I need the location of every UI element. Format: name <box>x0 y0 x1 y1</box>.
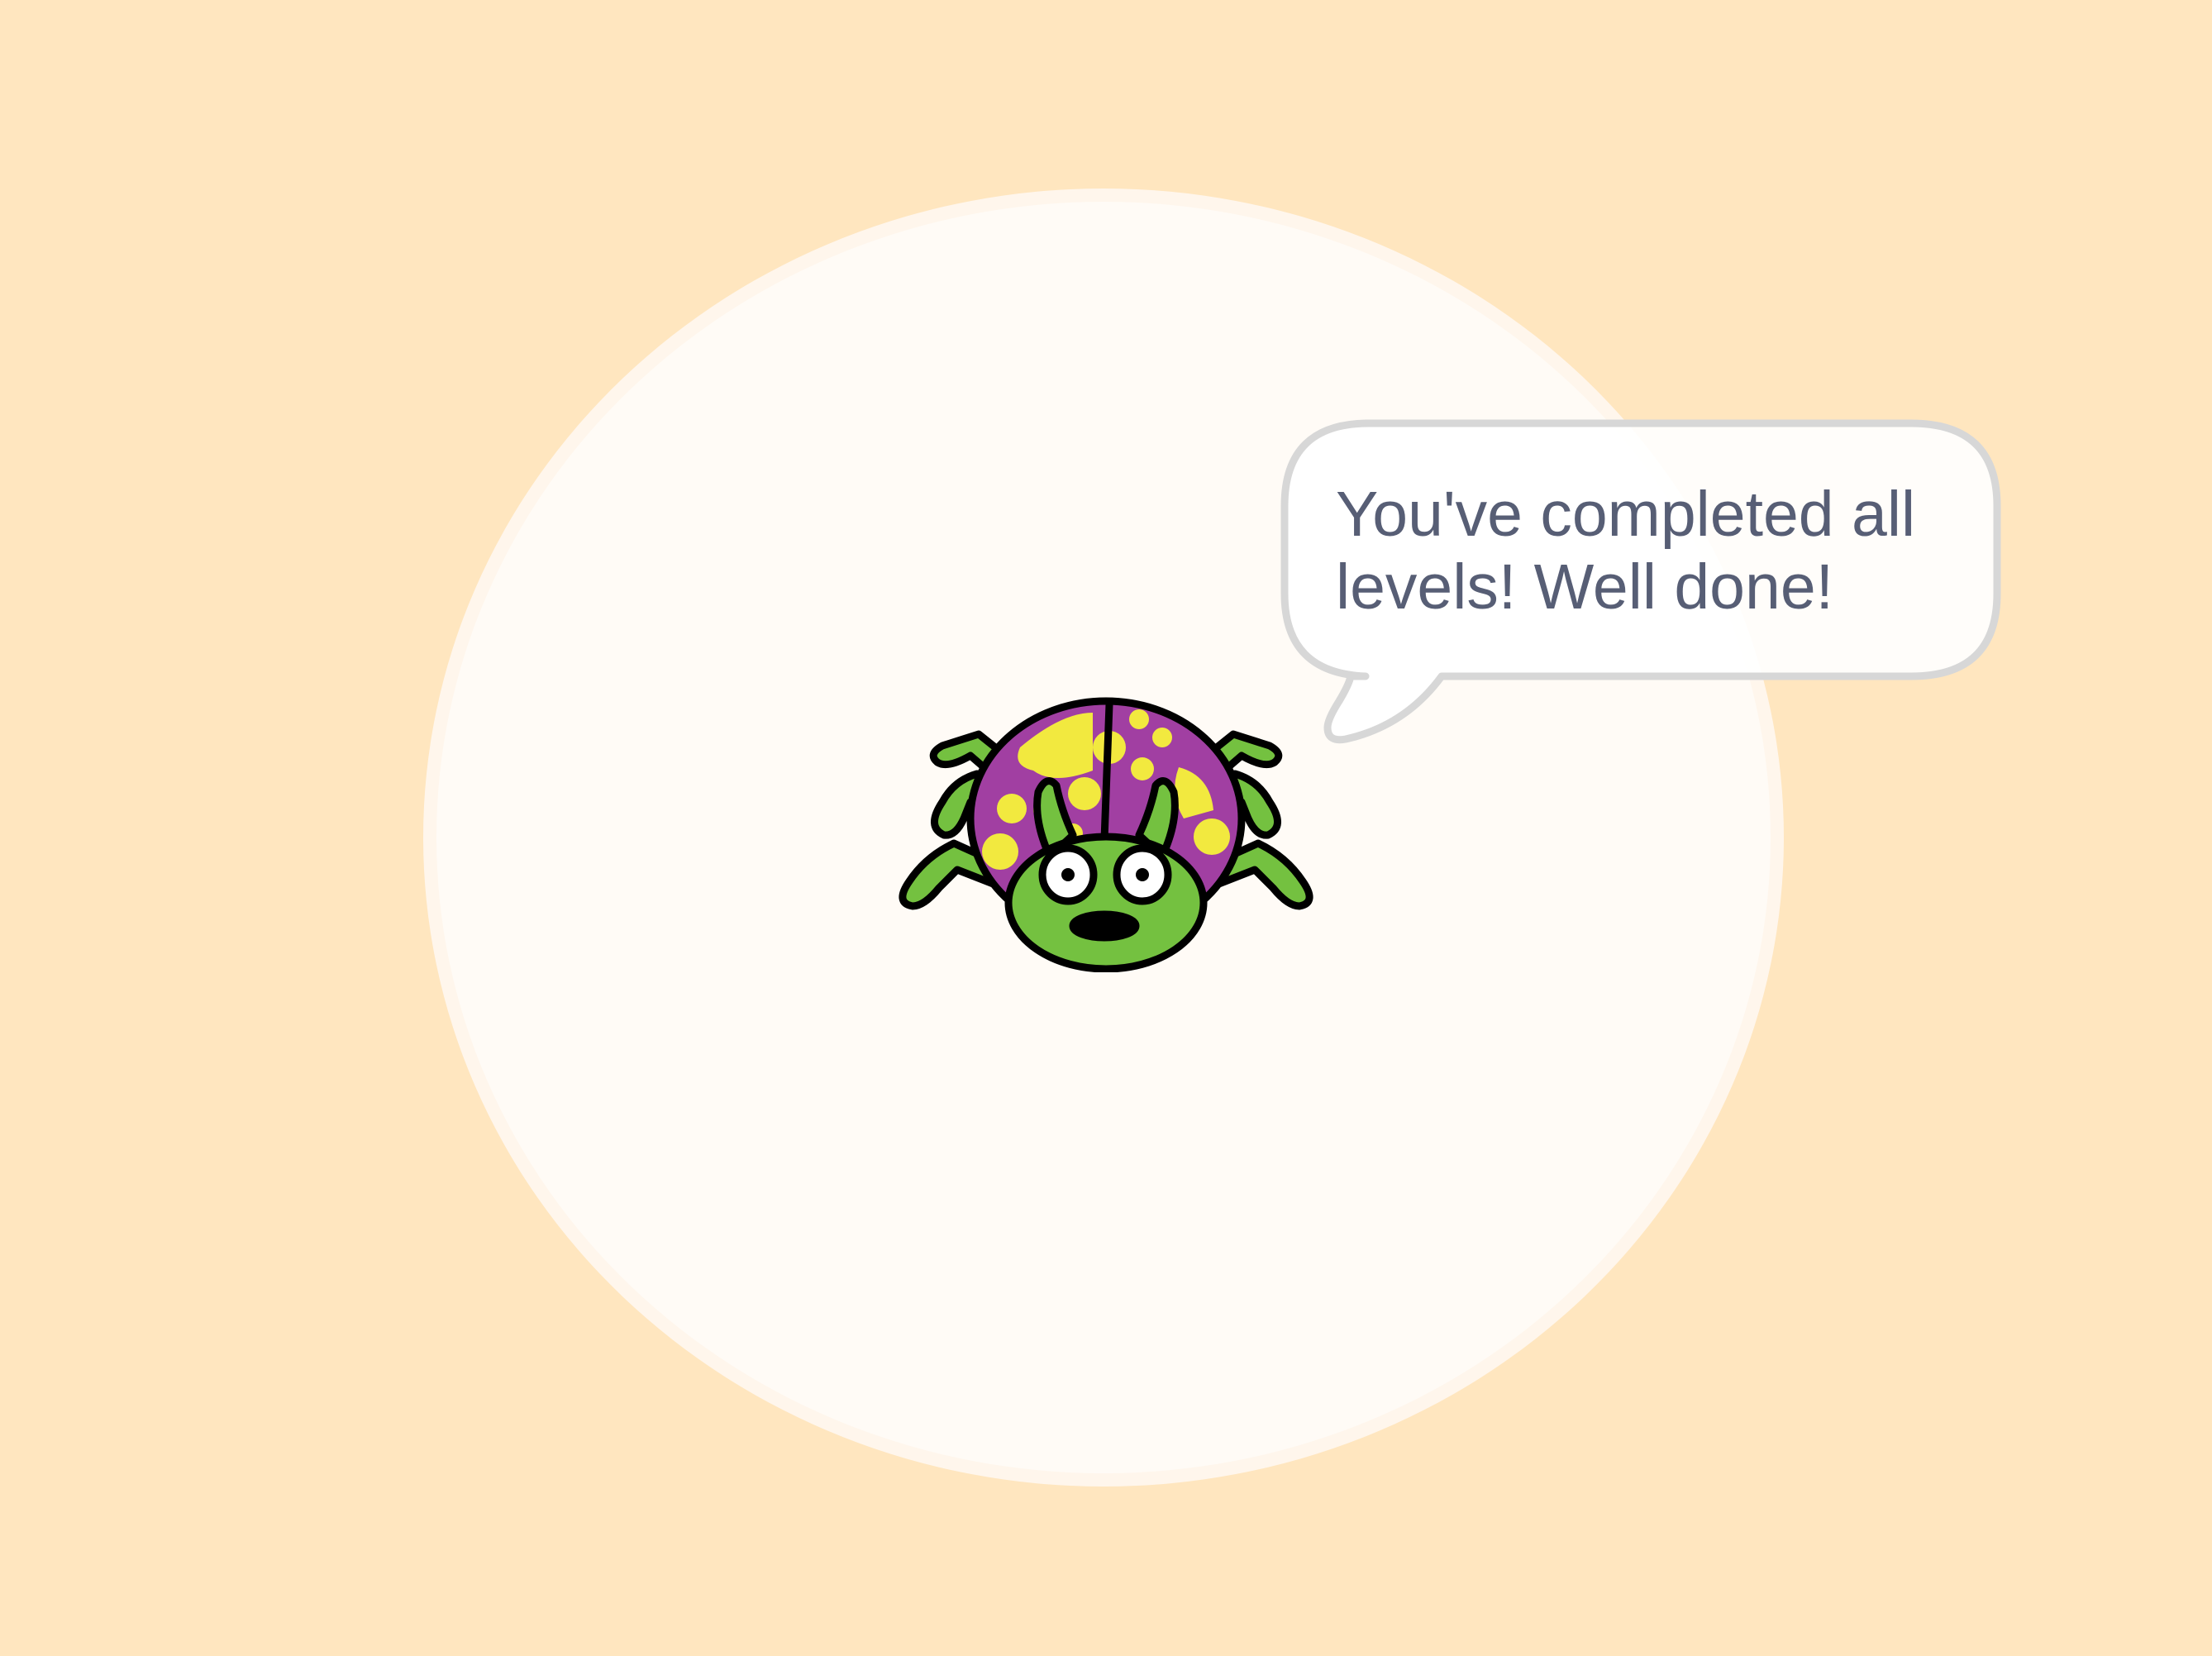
bug-mouth <box>1069 910 1140 942</box>
speech-bubble-text: You've completed all levels! Well done! <box>1336 479 1916 623</box>
bug-head <box>1004 833 1208 972</box>
ladybug-icon[interactable] <box>880 694 1332 972</box>
game-stage: You've completed all levels! Well done! <box>0 0 2212 1656</box>
